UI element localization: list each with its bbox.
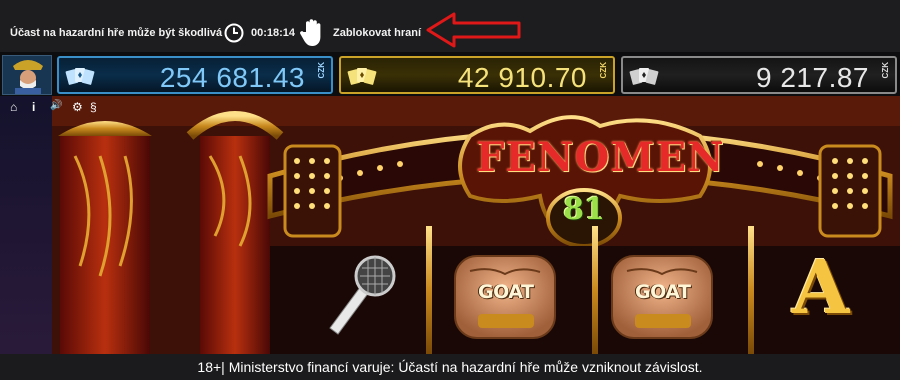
sound-icon[interactable]: 🔊 [50, 100, 62, 111]
cards-gold-icon [347, 68, 377, 85]
paragraph-icon[interactable]: § [90, 100, 97, 114]
letter-a-symbol: A [792, 245, 850, 331]
jackpot-bar: 254 681.43 CZK 42 910.70 CZK 9 217.87 CZ… [0, 52, 900, 96]
game-logo-title: FENOMEN [476, 134, 725, 181]
currency-label: CZK [880, 62, 890, 79]
jackpot-2-currency: CZK [597, 62, 609, 80]
jackpot-tier-3: 9 217.87 CZK [621, 56, 897, 94]
player-avatar[interactable] [2, 55, 52, 95]
block-playing-link[interactable]: Zablokovat hraní [333, 27, 421, 39]
game-logo-number: 81 [563, 192, 605, 227]
regulatory-warning-footer: 18+| Ministerstvo financí varuje: Účastí… [0, 354, 900, 380]
goat-label-2: GOAT [635, 281, 691, 303]
cards-blue-icon [65, 68, 95, 85]
hand-stop-icon[interactable] [300, 18, 326, 48]
top-warning-bar: Účast na hazardní hře může být škodlivá … [0, 0, 900, 52]
currency-label: CZK [598, 62, 608, 79]
slot-game-area[interactable]: ⌂ i 🔊 ⚙ § FENOMEN 81 GOAT GOAT A [0, 96, 900, 354]
character-portrait-icon [3, 56, 51, 94]
settings-icon[interactable]: ⚙ [72, 100, 83, 114]
goat-label-1: GOAT [478, 281, 534, 303]
home-icon[interactable]: ⌂ [10, 100, 17, 114]
game-toolbar [0, 96, 52, 354]
jackpot-1-value: 254 681.43 [159, 62, 305, 93]
gambling-warning-text: Účast na hazardní hře může být škodlivá [10, 27, 223, 39]
jackpot-tier-1: 254 681.43 CZK [57, 56, 333, 94]
jackpot-2-value: 42 910.70 [457, 62, 587, 93]
slot-machine-scene [52, 96, 900, 354]
center-left-pillar [200, 136, 270, 354]
clock-icon [224, 23, 244, 43]
jackpot-tier-2: 42 910.70 CZK [339, 56, 615, 94]
jackpot-1-currency: CZK [315, 62, 327, 80]
currency-label: CZK [316, 62, 326, 79]
cards-silver-icon [629, 68, 659, 85]
jackpot-3-value: 9 217.87 [756, 62, 869, 93]
session-timer: 00:18:14 [251, 27, 296, 39]
info-icon[interactable]: i [32, 100, 35, 114]
jackpot-3-currency: CZK [879, 62, 891, 80]
red-arrow-icon [426, 12, 521, 48]
